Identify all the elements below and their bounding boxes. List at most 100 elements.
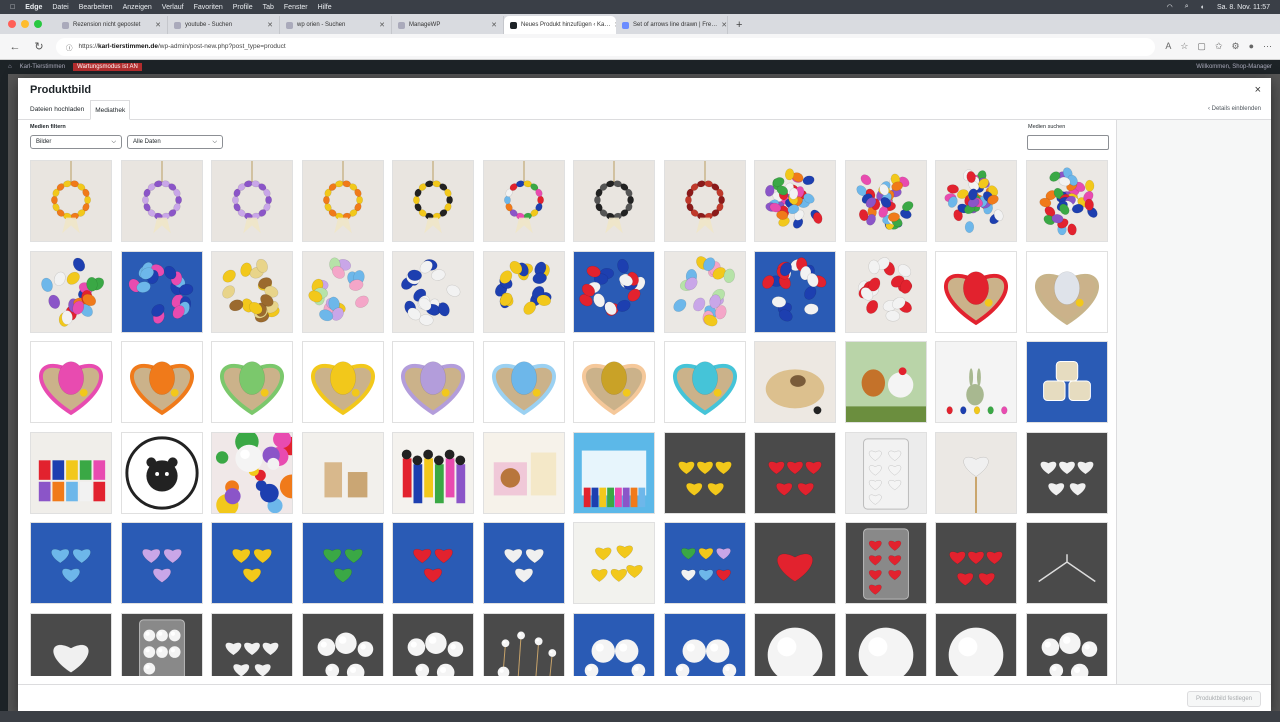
- media-thumbnail[interactable]: [482, 431, 565, 514]
- browser-tab[interactable]: Set of arrows line drawn | Fre… ✕: [616, 16, 728, 34]
- media-thumbnail[interactable]: [211, 160, 293, 242]
- media-thumbnail[interactable]: [844, 431, 927, 514]
- media-thumbnail[interactable]: [211, 250, 293, 333]
- apple-icon[interactable]: : [10, 4, 15, 11]
- media-type-select[interactable]: Bilder ⌵: [30, 135, 122, 149]
- media-thumbnail[interactable]: [663, 522, 746, 604]
- media-thumbnail[interactable]: [935, 160, 1017, 242]
- media-thumbnail[interactable]: [754, 250, 836, 333]
- media-thumbnail[interactable]: [573, 431, 655, 514]
- media-thumbnail[interactable]: [392, 522, 474, 604]
- media-thumbnail[interactable]: [573, 522, 655, 604]
- menu-item[interactable]: Profile: [233, 4, 253, 11]
- media-thumbnail[interactable]: [30, 431, 112, 514]
- media-thumbnail[interactable]: [30, 250, 112, 333]
- new-tab-icon[interactable]: +: [736, 16, 742, 34]
- media-thumbnail[interactable]: [30, 341, 112, 423]
- media-thumbnail[interactable]: [301, 522, 384, 604]
- browser-tab[interactable]: Rezension nicht gepostet ✕: [56, 16, 168, 34]
- media-thumbnail[interactable]: [301, 341, 384, 423]
- modal-close-icon[interactable]: ×: [1255, 84, 1261, 96]
- menu-item[interactable]: Favoriten: [194, 4, 223, 11]
- menu-item[interactable]: Anzeigen: [123, 4, 152, 11]
- media-thumbnail[interactable]: [1025, 522, 1108, 604]
- media-thumbnail[interactable]: [301, 250, 384, 333]
- browser-tab[interactable]: youtube - Suchen ✕: [168, 16, 280, 34]
- media-thumbnail[interactable]: [935, 612, 1017, 676]
- favorites-icon[interactable]: ✩: [1215, 41, 1223, 52]
- media-thumbnail[interactable]: [1025, 250, 1108, 333]
- date-filter-select[interactable]: Alle Daten ⌵: [127, 135, 223, 149]
- media-thumbnail[interactable]: [935, 341, 1017, 423]
- media-thumbnail[interactable]: [844, 160, 927, 242]
- extensions-icon[interactable]: ⚙: [1231, 41, 1239, 52]
- media-thumbnail[interactable]: [935, 522, 1017, 604]
- media-thumbnail[interactable]: [120, 612, 203, 676]
- reload-icon[interactable]: ↻: [32, 40, 46, 53]
- minimize-window-icon[interactable]: [21, 20, 29, 28]
- read-aloud-icon[interactable]: A: [1165, 41, 1171, 52]
- maximize-window-icon[interactable]: [34, 20, 42, 28]
- browser-tab[interactable]: ManageWP ✕: [392, 16, 504, 34]
- media-thumbnail[interactable]: [754, 612, 836, 676]
- media-thumbnail[interactable]: [120, 250, 203, 333]
- menubar-app-name[interactable]: Edge: [25, 4, 42, 11]
- media-thumbnail[interactable]: [1025, 160, 1108, 242]
- media-thumbnail[interactable]: [935, 250, 1017, 333]
- media-thumbnail[interactable]: [392, 160, 474, 242]
- media-thumbnail[interactable]: [120, 341, 203, 423]
- media-thumbnail[interactable]: [663, 431, 746, 514]
- media-thumbnail[interactable]: [663, 612, 746, 676]
- media-thumbnail[interactable]: [120, 160, 203, 242]
- media-thumbnail[interactable]: [392, 250, 474, 333]
- wp-howdy[interactable]: Willkommen, Shop-Manager: [1196, 64, 1272, 70]
- media-thumbnail[interactable]: [1025, 341, 1108, 423]
- back-icon[interactable]: ←: [8, 41, 22, 53]
- media-thumbnail[interactable]: [754, 160, 836, 242]
- media-thumbnail[interactable]: [392, 431, 474, 514]
- media-thumbnail[interactable]: [935, 431, 1017, 514]
- media-thumbnail[interactable]: [482, 160, 565, 242]
- menu-item[interactable]: Datei: [52, 4, 68, 11]
- set-product-image-button[interactable]: Produktbild festlegen: [1186, 691, 1261, 707]
- menu-item[interactable]: Hilfe: [318, 4, 332, 11]
- media-thumbnail[interactable]: [573, 160, 655, 242]
- tab-close-icon[interactable]: ✕: [491, 21, 497, 29]
- tab-close-icon[interactable]: ✕: [721, 21, 727, 29]
- media-thumbnail[interactable]: [663, 250, 746, 333]
- show-details-link[interactable]: ‹ Details einblenden: [1208, 106, 1261, 112]
- media-thumbnail[interactable]: [1025, 612, 1108, 676]
- tab-close-icon[interactable]: ✕: [155, 21, 161, 29]
- menu-item[interactable]: Bearbeiten: [79, 4, 113, 11]
- media-thumbnail[interactable]: [663, 160, 746, 242]
- site-info-icon[interactable]: ⓘ: [66, 42, 73, 52]
- media-thumbnail[interactable]: [301, 160, 384, 242]
- menu-item[interactable]: Verlauf: [162, 4, 184, 11]
- tab-close-icon[interactable]: ✕: [379, 21, 385, 29]
- search-icon[interactable]: ⌕: [1185, 3, 1189, 11]
- close-window-icon[interactable]: [8, 20, 16, 28]
- media-thumbnail[interactable]: [211, 431, 293, 514]
- address-bar[interactable]: ⓘ https://karl-tierstimmen.de/wp-admin/p…: [56, 37, 1156, 56]
- media-thumbnail[interactable]: [844, 341, 927, 423]
- media-thumbnail[interactable]: [844, 612, 927, 676]
- control-center-icon[interactable]: ◐: [1201, 4, 1205, 11]
- media-thumbnail[interactable]: [663, 341, 746, 423]
- media-thumbnail[interactable]: [211, 522, 293, 604]
- profile-icon[interactable]: ●: [1249, 41, 1254, 52]
- media-thumbnail[interactable]: [844, 250, 927, 333]
- media-thumbnail[interactable]: [482, 612, 565, 676]
- media-thumbnail[interactable]: [482, 250, 565, 333]
- tab-close-icon[interactable]: ✕: [267, 21, 273, 29]
- media-thumbnail[interactable]: [1025, 431, 1108, 514]
- media-thumbnail[interactable]: [392, 612, 474, 676]
- home-icon[interactable]: ⌂: [8, 64, 12, 70]
- menu-item[interactable]: Fenster: [284, 4, 308, 11]
- media-thumbnail[interactable]: [211, 341, 293, 423]
- media-thumbnail[interactable]: [754, 341, 836, 423]
- media-thumbnail[interactable]: [301, 431, 384, 514]
- media-thumbnail[interactable]: [30, 522, 112, 604]
- menu-item[interactable]: Tab: [263, 4, 274, 11]
- media-thumbnail[interactable]: [754, 431, 836, 514]
- media-thumbnail[interactable]: [120, 431, 203, 514]
